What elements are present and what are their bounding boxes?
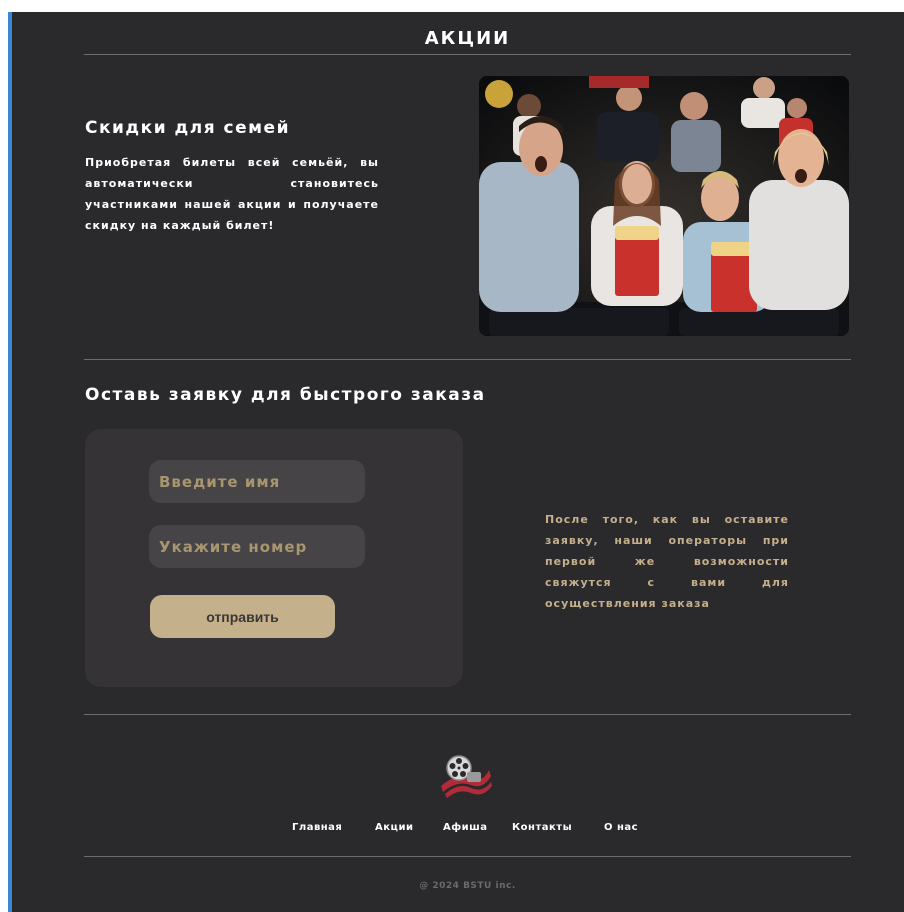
submit-button[interactable]: отправить [150,595,335,638]
page-title: АКЦИИ [424,28,511,49]
film-reel-ribbon-icon[interactable] [437,748,493,800]
promo-text: Приобретая билеты всей семьёй, вы автома… [85,156,379,232]
footer-nav: Главная Акции Афиша Контакты О нас [12,822,904,842]
name-input[interactable] [149,460,365,503]
phone-input[interactable] [149,525,365,568]
page: АКЦИИ Скидки для семей Приобретая билеты… [8,12,904,912]
divider-footer [84,856,851,857]
footer-link-promotions[interactable]: Акции [375,822,413,833]
footer-link-home[interactable]: Главная [292,822,342,833]
form-title: Оставь заявку для быстрого заказа [85,385,486,405]
form-note: После того, как вы оставите заявку, наши… [545,513,789,610]
divider-top [84,54,851,55]
footer-link-contacts[interactable]: Контакты [512,822,572,833]
promo-title: Скидки для семей [85,118,290,138]
order-form: отправить [85,429,463,687]
divider-promo [84,359,851,360]
copyright: @ 2024 BSTU inc. [419,881,516,891]
footer-link-schedule[interactable]: Афиша [443,822,488,833]
footer-link-about[interactable]: О нас [604,822,638,833]
promo-photo [479,76,849,336]
divider-form [84,714,851,715]
